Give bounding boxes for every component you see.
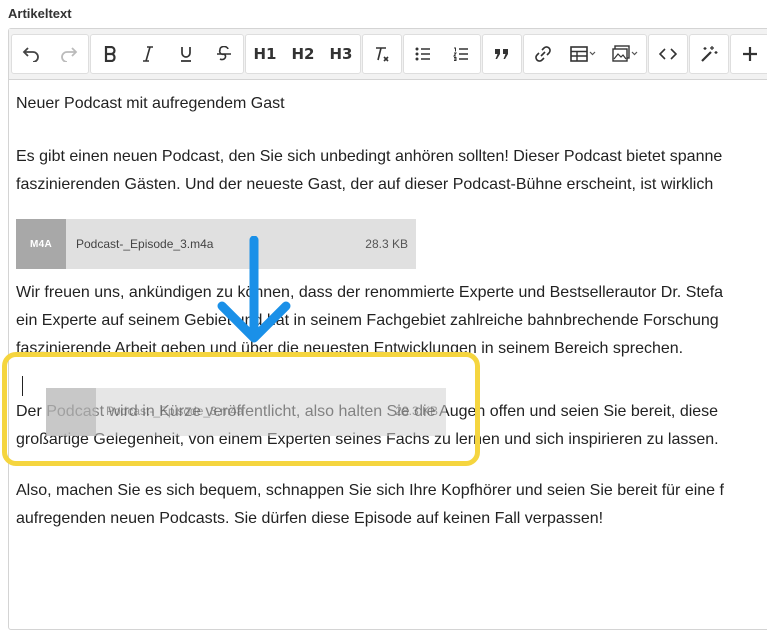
field-label: Artikeltext — [8, 6, 72, 21]
strikethrough-icon — [217, 46, 231, 61]
undo-icon — [22, 47, 39, 62]
heading-group: H1 H2 H3 — [245, 34, 361, 74]
table-icon — [570, 46, 596, 62]
clear-formatting-button[interactable] — [363, 35, 401, 73]
clear-formatting-icon — [376, 47, 389, 62]
italic-icon — [143, 46, 153, 62]
content-title: Neuer Podcast mit aufregendem Gast — [16, 95, 285, 112]
redo-button[interactable] — [50, 35, 88, 73]
heading-3-button[interactable]: H3 — [322, 35, 360, 73]
bold-icon — [104, 46, 116, 62]
link-icon — [535, 46, 551, 62]
insert-group — [523, 34, 647, 74]
format-group — [90, 34, 244, 74]
paragraph-2-line-2: ein Experte auf seinem Gebiet und hat in… — [16, 312, 719, 329]
drag-arrow-icon — [217, 236, 291, 343]
plus-icon — [743, 47, 757, 61]
image-button[interactable] — [604, 35, 646, 73]
bullet-list-icon — [415, 47, 430, 61]
magic-group — [689, 34, 729, 74]
strikethrough-button[interactable] — [205, 35, 243, 73]
add-button[interactable] — [731, 35, 767, 73]
quote-group — [482, 34, 522, 74]
image-icon — [612, 45, 638, 62]
numbered-list-icon — [453, 47, 468, 61]
source-code-button[interactable] — [649, 35, 687, 73]
source-group — [648, 34, 688, 74]
clear-format-group — [362, 34, 402, 74]
paragraph-1-line-2: faszinierenden Gästen. Und der neueste G… — [16, 176, 714, 193]
numbered-list-button[interactable] — [442, 35, 480, 73]
bold-button[interactable] — [91, 35, 129, 73]
attachment-size: 28.3 KB — [365, 237, 408, 251]
italic-button[interactable] — [129, 35, 167, 73]
magic-wand-button[interactable] — [690, 35, 728, 73]
link-button[interactable] — [524, 35, 562, 73]
blockquote-button[interactable] — [483, 35, 521, 73]
table-button[interactable] — [562, 35, 604, 73]
code-icon — [659, 48, 677, 60]
heading-1-button[interactable]: H1 — [246, 35, 284, 73]
history-group — [11, 34, 89, 74]
heading-2-button[interactable]: H2 — [284, 35, 322, 73]
editor-toolbar: H1 H2 H3 — [9, 29, 767, 80]
redo-icon — [61, 47, 78, 62]
bullet-list-button[interactable] — [404, 35, 442, 73]
list-group — [403, 34, 481, 74]
paragraph-4-line-1: Also, machen Sie es sich bequem, schnapp… — [16, 482, 724, 499]
drop-target-highlight — [2, 352, 480, 466]
file-type-badge: M4A — [16, 219, 66, 269]
underline-icon — [181, 47, 191, 62]
undo-button[interactable] — [12, 35, 50, 73]
paragraph-4-line-2: aufregenden neuen Podcasts. Sie dürfen d… — [16, 510, 604, 527]
underline-button[interactable] — [167, 35, 205, 73]
magic-wand-icon — [701, 46, 718, 62]
quote-icon — [495, 49, 508, 59]
add-group — [730, 34, 767, 74]
paragraph-2-line-1: Wir freuen uns, ankündigen zu können, da… — [16, 284, 724, 301]
paragraph-1-line-1: Es gibt einen neuen Podcast, den Sie sic… — [16, 148, 723, 165]
